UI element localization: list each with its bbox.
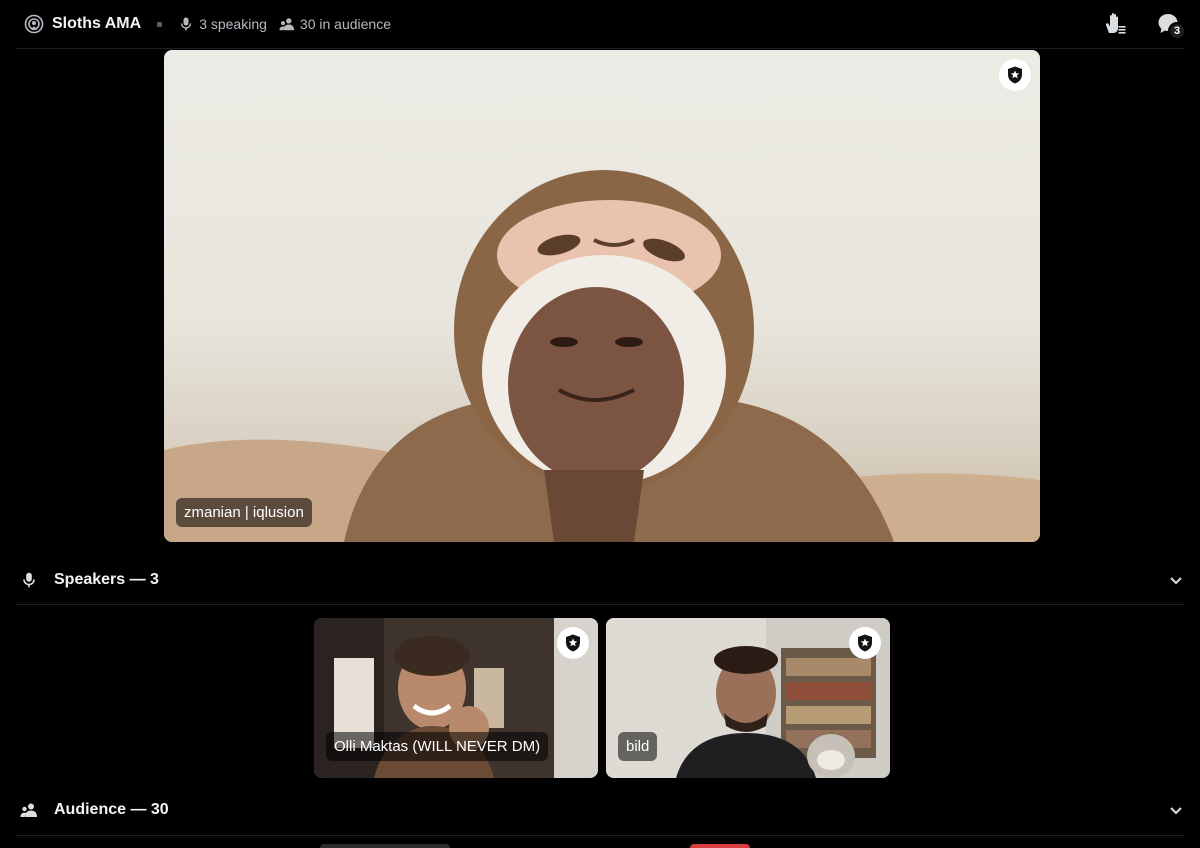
main-speaker-video[interactable]: zmanian | iqlusion [164,50,1040,542]
stage-stats: 3 speaking 30 in audience [178,16,403,32]
audience-count: 30 in audience [299,16,391,32]
audience-divider [16,835,1184,836]
host-badge [999,59,1031,91]
header-actions: 3 [1100,10,1186,40]
stage-channel-icon [24,14,44,34]
shield-star-icon [566,634,580,652]
shield-star-icon [858,634,872,652]
shield-star-icon [1008,66,1022,84]
microphone-icon [178,16,194,32]
header-dot-divider [157,21,163,27]
audience-icon [279,16,295,32]
speaker-name-tag: bild [618,732,658,761]
chevron-down-icon[interactable] [1168,802,1184,818]
audience-tile[interactable] [320,844,450,848]
speaker-tile-bild[interactable]: bild [606,618,890,778]
header-divider [16,48,1184,49]
show-chat-button[interactable]: 3 [1154,10,1186,40]
speakers-section-header[interactable]: Speakers — 3 [0,560,1200,600]
audience-section-header[interactable]: Audience — 30 [0,790,1200,830]
raise-hand-icon [1105,12,1126,34]
host-badge [557,627,589,659]
main-speaker-name-tag: zmanian | iqlusion [176,498,312,527]
raise-hand-button[interactable] [1100,10,1128,38]
stage-header: Sloths AMA 3 speaking 30 in audience 3 [0,0,1200,48]
chevron-down-icon[interactable] [1168,572,1184,588]
speakers-section-label: Speakers — 3 [54,571,159,588]
audience-tile[interactable] [690,844,750,848]
audience-section-label: Audience — 30 [54,801,169,818]
microphone-icon [20,571,38,589]
speaker-tile-olli[interactable]: Olli Maktas (WILL NEVER DM) [314,618,598,778]
speaker-video-frame [164,170,1040,542]
host-badge [849,627,881,659]
stage-title: Sloths AMA [52,15,142,32]
speaking-count: 3 speaking [199,16,267,32]
speaker-name-tag: Olli Maktas (WILL NEVER DM) [326,732,549,761]
speakers-divider [16,604,1184,605]
audience-icon [20,801,38,819]
notification-badge: 3 [1168,22,1186,40]
